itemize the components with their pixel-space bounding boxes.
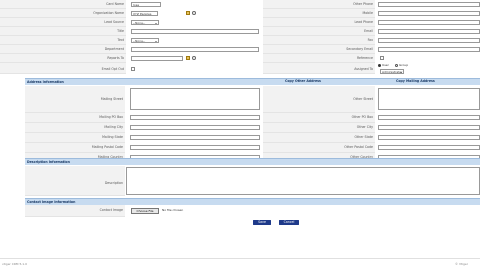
other-postal-code-input[interactable]: [378, 145, 480, 150]
assigned-user-select[interactable]: Administrator: [380, 69, 404, 74]
other-phone-input[interactable]: [378, 2, 480, 7]
description-section-title: Description Information: [27, 160, 70, 164]
image-section-header: Contact Image Information: [25, 198, 480, 205]
other-city-input[interactable]: [378, 125, 480, 130]
description-section-header: Description Information: [25, 158, 480, 165]
assigned-to-label: Assigned To: [354, 67, 373, 71]
reference-checkbox[interactable]: [380, 56, 384, 60]
department-input[interactable]: [131, 47, 259, 52]
organization-name-label: Organization Name: [93, 11, 124, 15]
other-po-box-input[interactable]: [378, 115, 480, 120]
other-po-box-label: Other PO Box: [351, 115, 373, 119]
lead-phone-input[interactable]: [378, 20, 480, 25]
description-label: Description: [104, 181, 123, 185]
copy-mailing-address-link[interactable]: Copy Mailing Address: [396, 79, 435, 83]
user-radio[interactable]: [378, 64, 381, 67]
mobile-label: Mobile: [362, 11, 373, 15]
mailing-po-box-label: Mailing PO Box: [99, 115, 123, 119]
title-label: Title: [117, 29, 124, 33]
lead-source-select[interactable]: --None--: [131, 20, 159, 25]
mailing-street-textarea[interactable]: [130, 88, 260, 110]
cancel-button[interactable]: Cancel: [279, 220, 299, 225]
fax-input[interactable]: [378, 38, 480, 43]
contact-image-label: Contact Image: [99, 208, 123, 212]
card-name-label: Card Name: [106, 2, 124, 6]
other-state-label: Other State: [354, 135, 373, 139]
lead-phone-label: Lead Phone: [354, 20, 373, 24]
organization-name-input[interactable]: XYZ Peoples: [131, 11, 158, 16]
mailing-po-box-input[interactable]: [130, 115, 260, 120]
choose-file-button[interactable]: Choose File: [131, 208, 159, 214]
email-opt-out-checkbox[interactable]: [131, 67, 135, 71]
reports-to-label: Reports To: [107, 56, 124, 60]
email-label: Email: [364, 29, 373, 33]
title-input[interactable]: [131, 29, 259, 34]
other-city-label: Other City: [356, 125, 373, 129]
card-name-input[interactable]: Jose: [131, 2, 161, 7]
clear-organization-icon[interactable]: [192, 11, 196, 15]
reports-to-input[interactable]: [131, 56, 183, 61]
image-section-title: Contact Image Information: [27, 200, 76, 204]
text-select[interactable]: --None--: [131, 38, 159, 43]
footer-divider: [0, 258, 480, 259]
mailing-postal-code-input[interactable]: [130, 145, 260, 150]
secondary-email-input[interactable]: [378, 47, 480, 52]
address-section-title: Address Information: [27, 80, 64, 84]
no-file-chosen-text: No file chosen: [162, 208, 184, 212]
group-radio[interactable]: [395, 64, 398, 67]
save-button[interactable]: Save: [253, 220, 271, 225]
select-reports-to-icon[interactable]: [186, 56, 190, 60]
secondary-email-label: Secondary Email: [346, 47, 373, 51]
mailing-city-input[interactable]: [130, 125, 260, 130]
email-input[interactable]: [378, 29, 480, 34]
description-textarea[interactable]: [126, 167, 480, 195]
mailing-state-label: Mailing State: [102, 135, 123, 139]
other-street-textarea[interactable]: [378, 88, 480, 110]
department-label: Department: [104, 47, 124, 51]
mailing-state-input[interactable]: [130, 135, 260, 140]
fax-label: Fax: [367, 38, 373, 42]
footer-version: vtiger CRM 5.1.0: [2, 262, 28, 266]
lead-source-label: Lead Source: [104, 20, 124, 24]
select-organization-icon[interactable]: [186, 11, 190, 15]
group-radio-label: Group: [399, 63, 409, 67]
reference-label: Reference: [356, 56, 373, 60]
footer-copyright: © Vtiger: [455, 262, 468, 266]
mobile-input[interactable]: [378, 11, 480, 16]
mailing-city-label: Mailing City: [104, 125, 123, 129]
other-postal-code-label: Other Postal Code: [344, 145, 373, 149]
email-opt-out-label: Email Opt Out: [101, 67, 124, 71]
other-street-label: Other Street: [353, 97, 373, 101]
user-radio-label: User: [382, 63, 389, 67]
mailing-postal-code-label: Mailing Postal Code: [91, 145, 123, 149]
copy-other-address-link[interactable]: Copy Other Address: [285, 79, 321, 83]
other-state-input[interactable]: [378, 135, 480, 140]
text-label: Text: [117, 38, 124, 42]
clear-reports-to-icon[interactable]: [192, 56, 196, 60]
other-phone-label: Other Phone: [353, 2, 373, 6]
mailing-street-label: Mailing Street: [100, 97, 123, 101]
